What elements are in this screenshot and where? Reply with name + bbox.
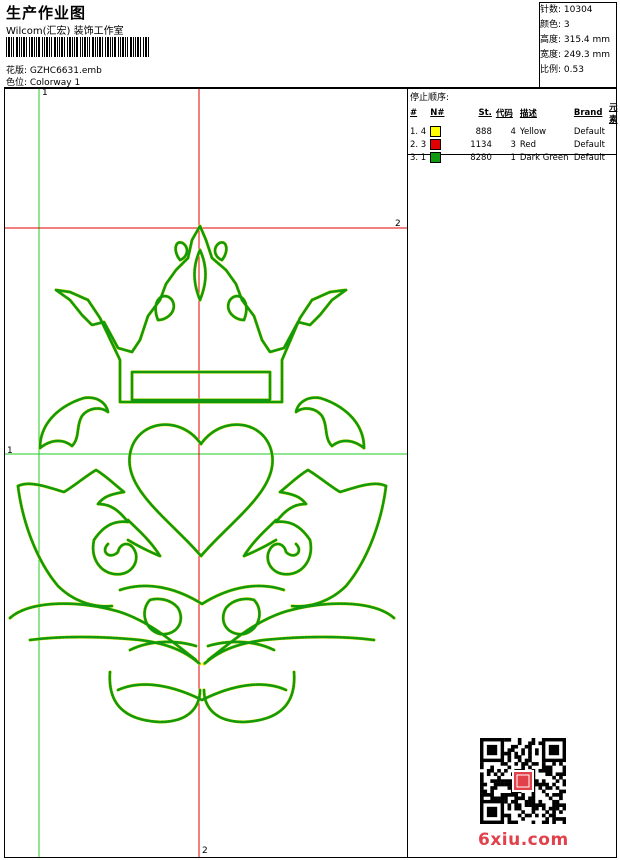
row-swatch [428,138,468,151]
row-element [607,151,620,164]
color-swatch [430,139,442,150]
production-sheet: 生产作业图 Wilcom(汇宏) 装饰工作室 花版: GZHC6631.emb … [0,0,620,860]
color-row: 3. 1 8280 1 Dark Green Default [408,151,620,164]
row-desc: Dark Green [519,152,569,163]
axis-label-top: 1 [42,88,48,98]
row-seq: 2. 3 [410,139,427,150]
yellow-underlay [8,224,396,724]
row-seq: 1. 4 [410,126,427,137]
page-title: 生产作业图 [6,4,87,22]
color-swatch [430,126,442,137]
page-subtitle: Wilcom(汇宏) 装饰工作室 [6,26,124,37]
embroidery-preview [5,89,407,857]
color-swatch [430,152,442,163]
color-row: 1. 4 888 4 Yellow Default [408,125,620,138]
colorway-label: 色位: Colorway 1 [6,78,81,88]
header-divider [4,87,539,88]
qr-code [480,738,566,824]
row-desc: Yellow [519,126,547,137]
row-element [607,125,620,138]
row-code: 1 [510,152,516,163]
row-stitches: 1134 [470,139,492,150]
row-stitches: 8280 [470,152,492,163]
row-brand: Default [573,126,605,137]
stitch-count: 针数: 10304 [540,5,593,15]
row-swatch [428,151,468,164]
color-row: 2. 3 1134 3 Red Default [408,138,620,151]
col-brand: Brand [573,108,603,118]
col-needle: N# [430,108,445,118]
axis-label-bottom: 2 [202,846,208,856]
stop-sequence-table: # N# St. 代码 描述 Brand 元素 1. 4 888 4 Yellow De… [408,101,620,164]
axis-label-left: 1 [7,446,13,456]
color-count: 颜色: 3 [540,20,570,30]
col-code: 代码 [495,109,513,119]
design-width: 宽度: 249.3 mm [540,50,611,60]
col-desc: 描述 [519,109,537,119]
design-scale: 比例: 0.53 [540,65,584,75]
row-element [607,138,620,151]
row-brand: Default [573,152,605,163]
col-seq: # [410,108,418,118]
row-stitches: 888 [475,126,492,137]
design-height: 高度: 315.4 mm [540,35,611,45]
stats-panel: 针数: 10304 颜色: 3 高度: 315.4 mm 宽度: 249.3 m… [540,3,610,78]
barcode [6,37,149,57]
col-stitches: St. [478,108,492,118]
row-swatch [428,125,468,138]
axis-label-right: 2 [395,219,401,229]
watermark-logo: 6xiu.com [478,830,569,850]
green-outline [8,224,396,724]
row-desc: Red [519,139,537,150]
col-element: 元素 [608,103,618,125]
row-code: 3 [510,139,516,150]
row-code: 4 [510,126,516,137]
row-seq: 3. 1 [410,152,427,163]
row-brand: Default [573,139,605,150]
